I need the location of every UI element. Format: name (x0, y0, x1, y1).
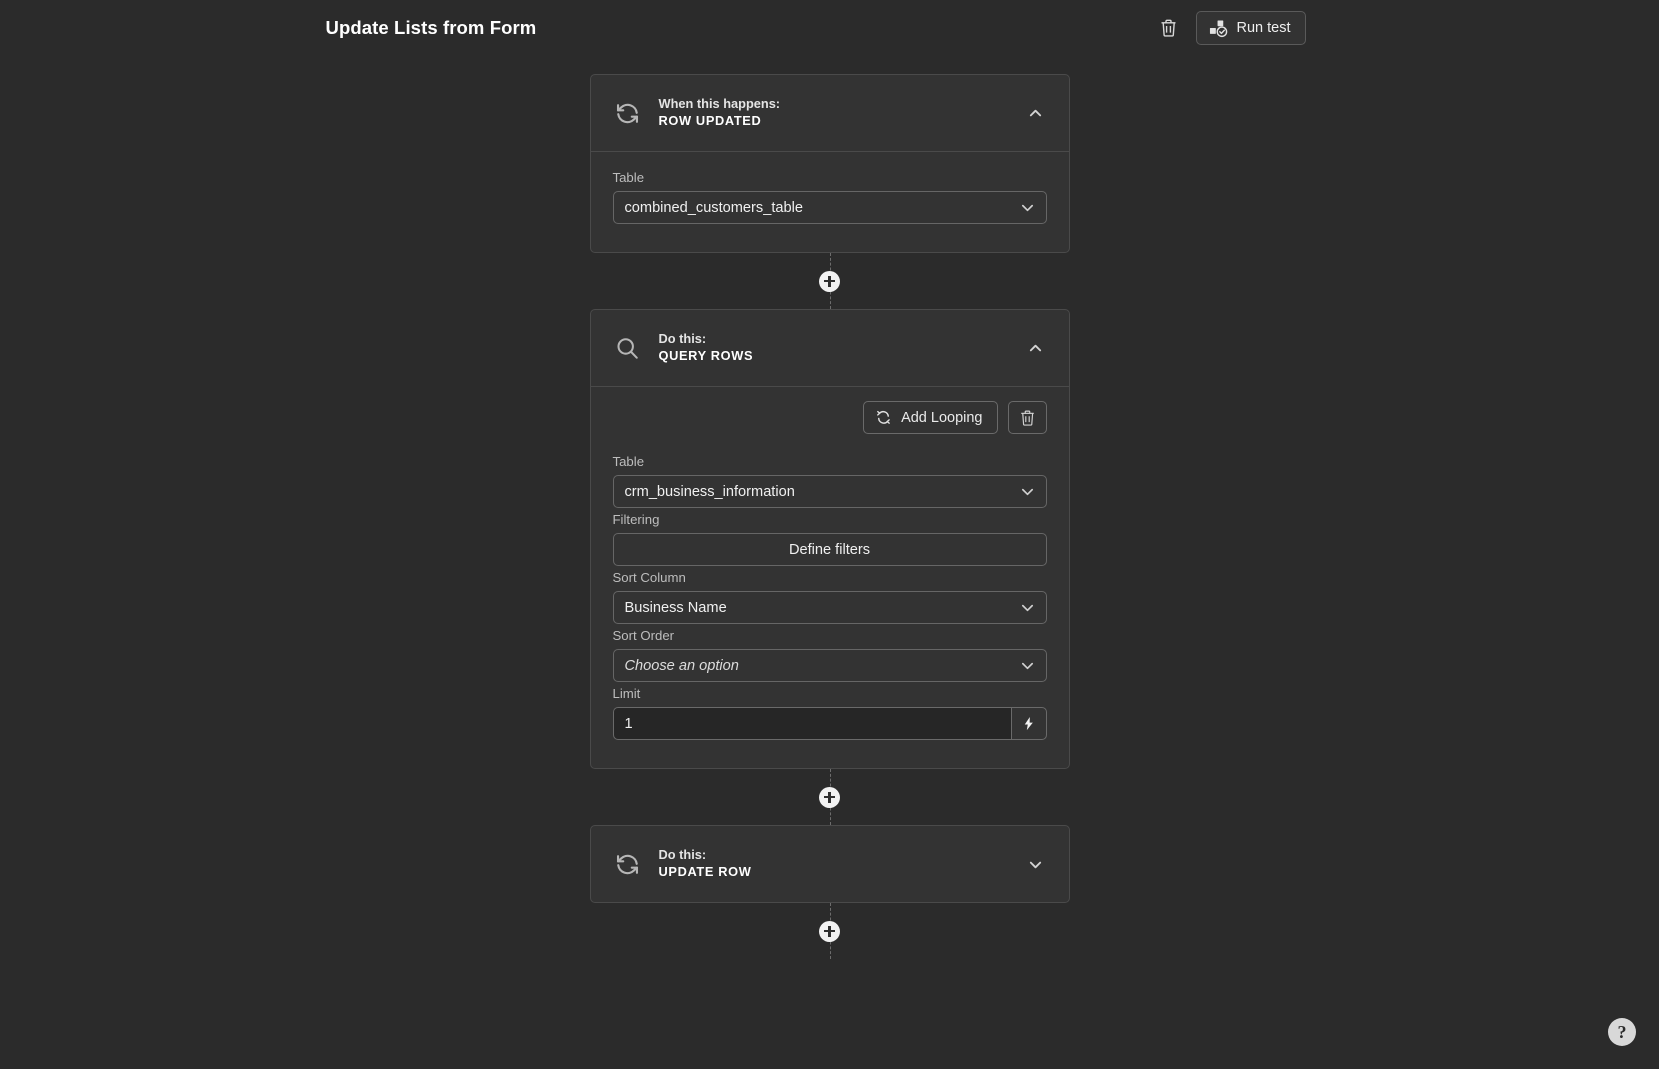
step-header-query-rows[interactable]: Do this: QUERY ROWS (591, 310, 1069, 386)
define-filters-button[interactable]: Define filters (612, 533, 1047, 566)
add-looping-label: Add Looping (901, 409, 983, 426)
field-label: Sort Order (612, 628, 675, 643)
step-header-text: Do this: UPDATE ROW (659, 847, 1025, 881)
refresh-sync-icon (613, 849, 643, 879)
automation-builder-canvas: Update Lists from Form Run test When thi… (0, 0, 1659, 1069)
add-step-button-2[interactable] (819, 786, 840, 808)
page-title: Update Lists from Form (325, 17, 537, 38)
chevron-up-icon[interactable] (1025, 337, 1047, 359)
add-step-button-3[interactable] (819, 920, 840, 942)
step-body-trigger: Table combined_customers_table (590, 151, 1069, 252)
step-body-query-rows: Add Looping Table crm_business_informati… (590, 386, 1069, 768)
chevron-down-icon[interactable] (1025, 853, 1047, 875)
field-label: Table (612, 454, 645, 469)
step-header-row-updated[interactable]: When this happens: ROW UPDATED (591, 75, 1069, 151)
chevron-down-icon (1020, 658, 1036, 674)
table-select-query[interactable]: crm_business_information (612, 475, 1047, 508)
add-looping-button[interactable]: Add Looping (863, 401, 998, 434)
help-button[interactable]: ? (1608, 1018, 1636, 1046)
flow-header: Update Lists from Form Run test (0, 0, 1659, 56)
select-value: Business Name (624, 599, 727, 616)
connector-1 (590, 253, 1070, 309)
select-value: combined_customers_table (624, 199, 803, 216)
lightning-bolt-icon (1021, 716, 1036, 731)
field-limit: Limit 1 (612, 686, 1047, 740)
add-step-button-1[interactable] (819, 270, 840, 292)
field-label: Table (612, 170, 645, 185)
refresh-sync-icon (613, 98, 643, 128)
loop-arrows-icon (875, 409, 892, 426)
trash-icon (1019, 409, 1036, 427)
field-table-trigger: Table combined_customers_table (612, 170, 1047, 224)
field-label: Sort Column (612, 570, 686, 585)
field-filtering: Filtering Define filters (612, 512, 1047, 566)
select-placeholder: Choose an option (624, 657, 739, 674)
sort-order-select[interactable]: Choose an option (612, 649, 1047, 682)
limit-input-row: 1 (612, 707, 1047, 740)
step-name: UPDATE ROW (658, 864, 752, 879)
step-header-text: Do this: QUERY ROWS (659, 331, 1025, 365)
run-test-label: Run test (1236, 20, 1291, 36)
chevron-up-icon[interactable] (1025, 102, 1047, 124)
chevron-down-icon (1020, 484, 1036, 500)
field-label: Limit (612, 686, 641, 701)
flow-step-card-update-row[interactable]: Do this: UPDATE ROW (589, 825, 1070, 903)
step-kicker: Do this: (658, 847, 707, 863)
step-name: QUERY ROWS (658, 348, 754, 363)
step-header-update-row[interactable]: Do this: UPDATE ROW (591, 826, 1069, 902)
field-sort-order: Sort Order Choose an option (612, 628, 1047, 682)
trash-icon (1159, 18, 1178, 38)
connector-3 (590, 903, 1070, 959)
limit-input[interactable]: 1 (612, 707, 1011, 740)
header-actions: Run test (1156, 11, 1306, 45)
test-blocks-check-icon (1209, 19, 1228, 38)
chevron-down-icon (1020, 600, 1036, 616)
run-test-button[interactable]: Run test (1195, 11, 1306, 45)
chevron-down-icon (1020, 200, 1036, 216)
delete-flow-button[interactable] (1156, 13, 1182, 43)
delete-step-button[interactable] (1007, 401, 1047, 434)
flow-column: When this happens: ROW UPDATED Table com… (589, 74, 1070, 959)
magnifier-search-icon (613, 333, 643, 363)
flow-header-inner: Update Lists from Form Run test (294, 0, 1366, 56)
step-name: ROW UPDATED (658, 113, 762, 128)
select-value: crm_business_information (624, 483, 795, 500)
sort-column-select[interactable]: Business Name (612, 591, 1047, 624)
step-kicker: Do this: (658, 331, 707, 347)
step-header-text: When this happens: ROW UPDATED (659, 96, 1025, 130)
table-select-trigger[interactable]: combined_customers_table (612, 191, 1047, 224)
flow-step-card-query-rows[interactable]: Do this: QUERY ROWS Add Looping Table cr… (589, 309, 1070, 769)
flow-step-card-trigger[interactable]: When this happens: ROW UPDATED Table com… (589, 74, 1070, 253)
step-body-toolbar: Add Looping (613, 401, 1047, 434)
step-kicker: When this happens: (658, 96, 781, 112)
field-sort-column: Sort Column Business Name (612, 570, 1047, 624)
connector-2 (590, 769, 1070, 825)
binding-button[interactable] (1010, 707, 1047, 740)
field-table-query: Table crm_business_information (612, 454, 1047, 508)
field-label: Filtering (612, 512, 660, 527)
